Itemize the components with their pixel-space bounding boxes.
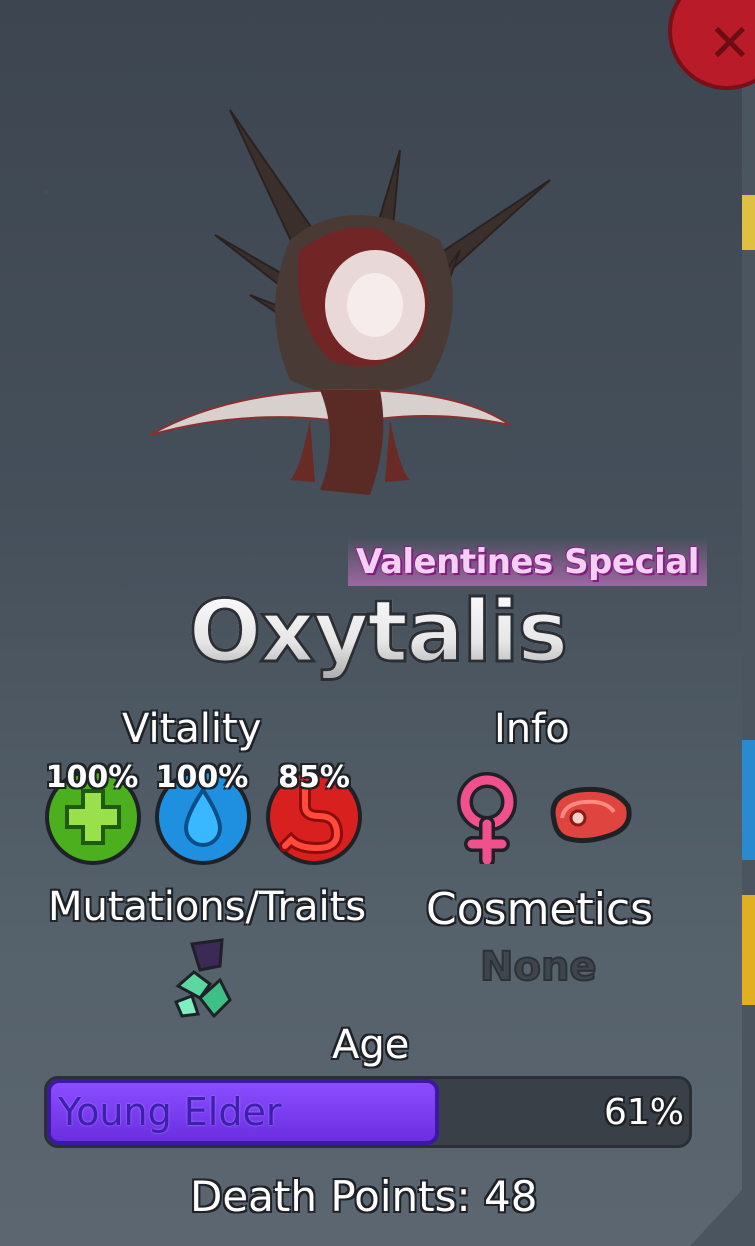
side-tab[interactable]	[742, 195, 755, 250]
background-ghost-text: ·	[40, 170, 53, 214]
side-tab[interactable]	[742, 740, 755, 860]
mutations-label: Mutations/Traits	[48, 884, 367, 930]
side-tab[interactable]	[742, 895, 755, 1005]
close-icon: ✕	[708, 14, 752, 74]
crystal-mutation-icon	[174, 938, 232, 1019]
special-badge: Valentines Special	[348, 538, 707, 586]
creature-name: Oxytalis	[0, 581, 755, 684]
age-percent: 61%	[604, 1092, 685, 1133]
hunger-percent: 85%	[278, 760, 350, 795]
water-percent: 100%	[155, 760, 249, 795]
female-symbol-icon	[457, 772, 517, 864]
health-percent: 100%	[45, 760, 139, 795]
creature-portrait	[149, 109, 551, 495]
age-stage-text: Young Elder	[58, 1090, 282, 1134]
meat-diet-icon	[550, 786, 632, 844]
death-points: Death Points: 48	[190, 1172, 538, 1221]
cosmetics-value: None	[479, 943, 598, 991]
info-label: Info	[494, 706, 570, 752]
cosmetics-label: Cosmetics	[426, 884, 654, 935]
vitality-label: Vitality	[122, 706, 262, 752]
age-label: Age	[332, 1022, 410, 1068]
